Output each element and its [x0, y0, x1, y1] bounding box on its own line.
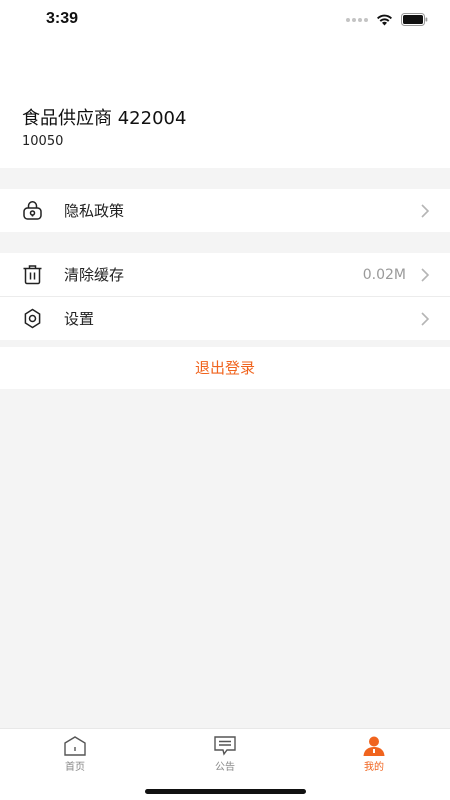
settings-label: 设置 [64, 310, 95, 328]
home-icon [45, 735, 105, 757]
profile-header: 食品供应商 422004 10050 [0, 44, 450, 168]
status-bar: 3:39 [0, 0, 450, 44]
wifi-icon [376, 14, 393, 26]
tab-announcements-label: 公告 [215, 762, 235, 773]
gear-icon [22, 308, 43, 329]
message-icon [195, 735, 255, 757]
chevron-right-icon [420, 203, 430, 219]
privacy-policy-row[interactable]: 隐私政策 [0, 189, 450, 232]
profile-name: 食品供应商 422004 [22, 108, 187, 129]
chevron-right-icon [420, 311, 430, 327]
battery-icon [401, 13, 428, 26]
home-indicator [145, 789, 306, 794]
cache-size-value: 0.02M [362, 266, 406, 283]
tab-mine[interactable]: 我的 [344, 735, 404, 773]
profile-id: 10050 [22, 134, 64, 149]
trash-icon [22, 264, 43, 285]
signal-icon [346, 17, 368, 22]
clear-cache-row[interactable]: 清除缓存 0.02M [0, 253, 450, 296]
logout-button[interactable]: 退出登录 [0, 347, 450, 389]
tab-announcements[interactable]: 公告 [195, 735, 255, 773]
status-time: 3:39 [46, 10, 79, 27]
chevron-right-icon [420, 267, 430, 283]
privacy-policy-label: 隐私政策 [64, 202, 125, 220]
lock-bag-icon [22, 200, 43, 221]
tab-mine-label: 我的 [364, 762, 384, 773]
clear-cache-label: 清除缓存 [64, 266, 125, 284]
user-icon [344, 735, 404, 757]
tab-home-label: 首页 [65, 762, 85, 773]
settings-row[interactable]: 设置 [0, 297, 450, 340]
tab-home[interactable]: 首页 [45, 735, 105, 773]
status-icons [346, 13, 428, 26]
